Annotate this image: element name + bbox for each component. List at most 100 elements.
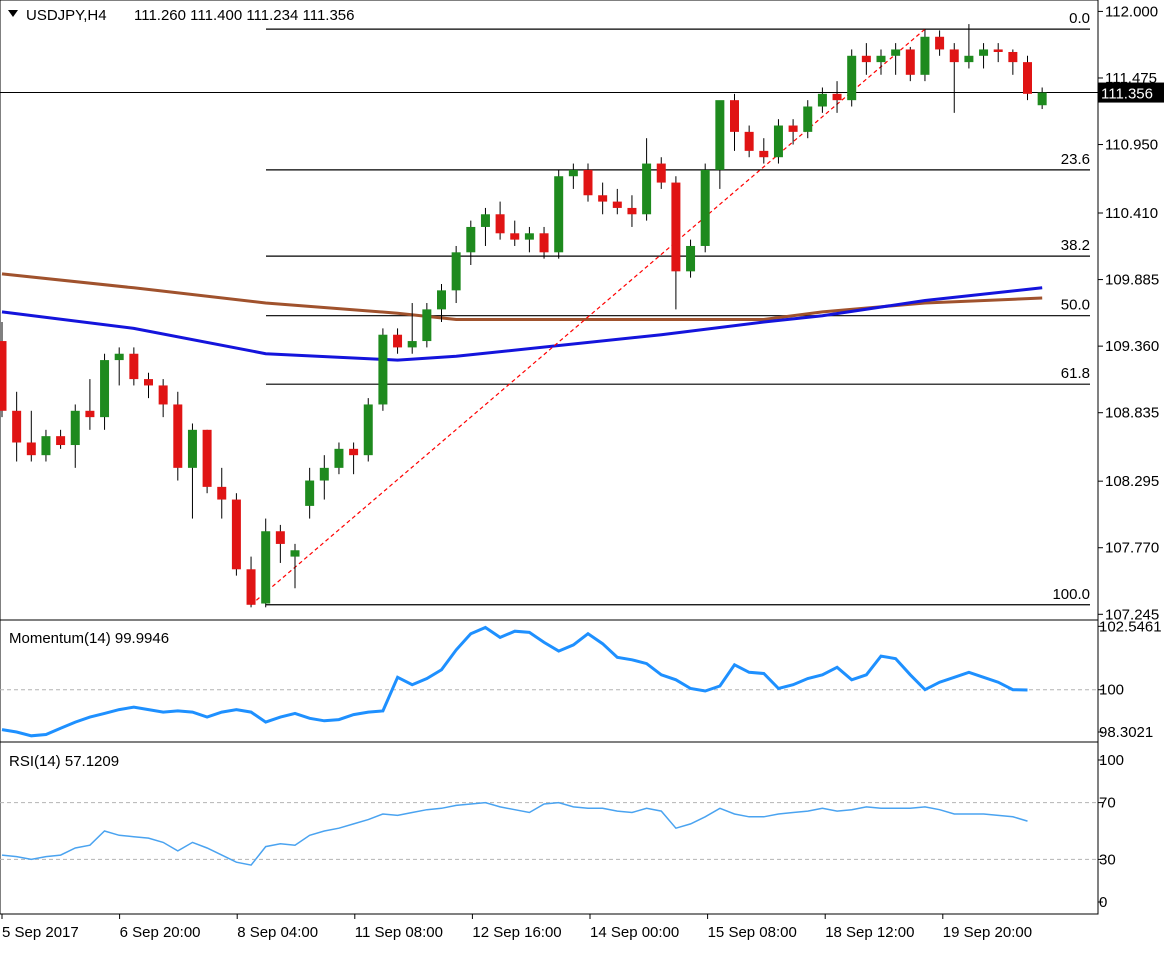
candle-body [275, 531, 285, 544]
candle [261, 518, 271, 608]
candle-body [964, 55, 974, 63]
candle-body [437, 290, 446, 310]
rsi-tick-label: 70 [1099, 795, 1116, 812]
price-tick-label: 108.835 [1105, 405, 1159, 422]
candle-body [305, 480, 315, 506]
time-tick-label: 5 Sep 2017 [2, 924, 79, 941]
price-tick-label: 108.295 [1105, 473, 1159, 490]
current-price-marker: 111.356 [1098, 82, 1164, 103]
fib-level-label: 50.0 [1061, 297, 1090, 314]
candle-body [612, 201, 622, 208]
candle-body [891, 49, 901, 56]
candle-body [524, 233, 534, 240]
candle [700, 163, 710, 253]
rsi-panel [0, 741, 1099, 915]
candle-body [261, 531, 271, 604]
candle-body [12, 410, 22, 443]
candle-body [1008, 51, 1018, 63]
candle-body [56, 436, 66, 446]
candle-body [993, 49, 1003, 52]
candle-body [686, 245, 696, 272]
candle-body [100, 360, 110, 418]
candle-body [671, 182, 681, 272]
candle-body [817, 93, 827, 107]
candle-body [583, 169, 593, 196]
price-tick-label: 110.950 [1105, 137, 1158, 154]
candle [773, 119, 783, 164]
candle-body [788, 125, 798, 132]
candle [1023, 55, 1032, 101]
ohlc-values: 111.260 111.400 111.234 111.356 [134, 7, 354, 24]
rsi-axis: 100 70 30 0 [1098, 752, 1124, 911]
candle-body [422, 309, 432, 342]
time-axis: 5 Sep 2017 6 Sep 20:00 8 Sep 04:00 11 Sep 0… [1, 914, 1032, 941]
candle-body [495, 214, 505, 234]
time-tick-label: 14 Sep 00:00 [590, 924, 679, 941]
candle-body [378, 334, 388, 405]
candle-body [700, 169, 710, 246]
candle-body [158, 385, 168, 405]
candle-body [715, 100, 725, 170]
candle-body [231, 499, 241, 570]
candle-body [114, 353, 124, 361]
candle [363, 398, 373, 462]
momentum-tick-label: 98.3021 [1099, 724, 1153, 741]
candle-body [393, 334, 403, 348]
candle [554, 169, 564, 259]
candle-body [451, 252, 461, 291]
candle-body [319, 467, 329, 481]
candle-body [363, 404, 373, 456]
candle-body [568, 169, 578, 177]
fib-level-label: 0.0 [1069, 10, 1090, 27]
momentum-tick-label: 102.5461 [1099, 618, 1162, 635]
fib-level-label: 61.8 [1061, 365, 1090, 382]
candle-body [510, 233, 520, 240]
candle-body [803, 106, 813, 132]
fib-level-label: 100.0 [1052, 586, 1090, 603]
candle-body [26, 442, 36, 456]
candle-body [773, 125, 783, 158]
candle-body [407, 341, 417, 348]
candle-body [935, 36, 945, 50]
candle-body [480, 214, 490, 227]
candle [920, 29, 930, 82]
candle-body [920, 36, 930, 75]
price-tick-label: 110.410 [1105, 205, 1158, 222]
candle-body [0, 341, 7, 411]
fib-level-label: 23.6 [1061, 151, 1090, 168]
candle-body [217, 486, 227, 500]
rsi-tick-label: 100 [1099, 752, 1124, 769]
time-tick-label: 12 Sep 16:00 [472, 924, 561, 941]
candle [173, 391, 183, 481]
candle-body [730, 100, 739, 132]
rsi-tick-label: 30 [1099, 851, 1116, 868]
candle-body [144, 379, 153, 386]
time-tick-label: 8 Sep 04:00 [237, 924, 318, 941]
price-tick-label: 109.360 [1105, 338, 1159, 355]
time-tick-label: 19 Sep 20:00 [943, 924, 1032, 941]
momentum-title: Momentum(14) 99.9946 [9, 630, 169, 647]
candle-body [627, 207, 637, 215]
time-tick-label: 11 Sep 08:00 [355, 924, 443, 941]
price-tick-label: 107.770 [1105, 540, 1159, 557]
candle-body [861, 55, 871, 63]
candle-body [187, 429, 197, 468]
candle-body [876, 55, 886, 63]
candle-body [70, 410, 80, 446]
candle [202, 429, 212, 494]
candle-body [349, 448, 359, 456]
candle [422, 303, 432, 348]
candle-body [85, 410, 95, 418]
candle-body [832, 93, 842, 101]
candle-body [656, 163, 666, 183]
time-tick-label: 15 Sep 08:00 [708, 924, 797, 941]
candle-body [539, 233, 549, 253]
price-tick-label: 112.000 [1105, 3, 1158, 20]
candle-body [759, 150, 769, 158]
time-tick-label: 6 Sep 20:00 [120, 924, 201, 941]
candle-body [246, 569, 256, 605]
candle-body [554, 176, 564, 253]
candle-body [290, 550, 300, 557]
candle-body [949, 49, 959, 63]
time-tick-label: 18 Sep 12:00 [825, 924, 914, 941]
